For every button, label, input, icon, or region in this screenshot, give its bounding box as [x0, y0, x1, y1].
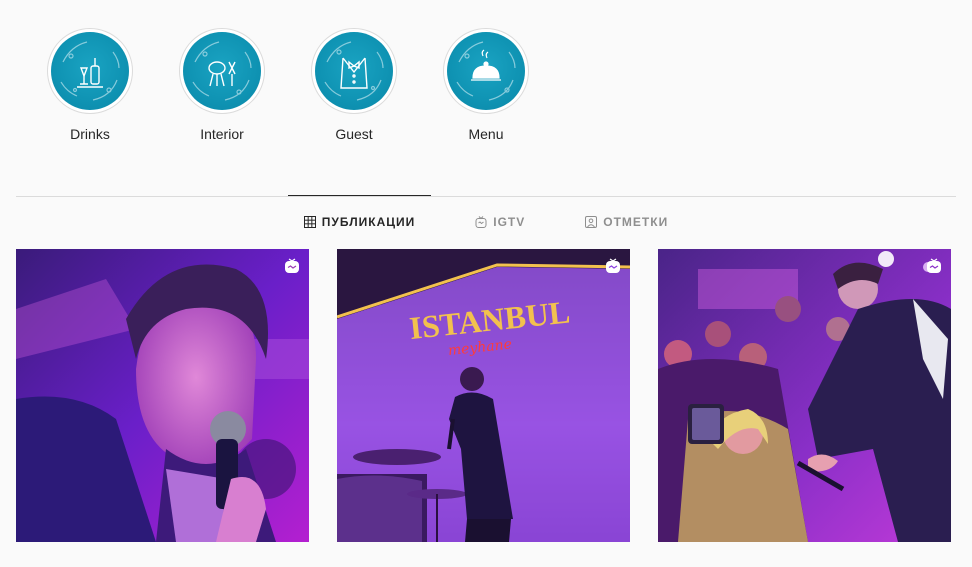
grill-icon — [192, 41, 252, 101]
drinks-icon — [60, 41, 120, 101]
highlight-ring — [179, 28, 265, 114]
post-thumbnail[interactable] — [16, 249, 309, 542]
highlight-label: Menu — [468, 126, 504, 142]
highlight-guest[interactable]: Guest — [308, 28, 400, 142]
igtv-badge-icon — [285, 258, 299, 273]
highlight-ring — [47, 28, 133, 114]
tab-igtv[interactable]: IGTV — [475, 196, 525, 248]
highlight-cover — [315, 32, 393, 110]
igtv-badge-icon — [927, 258, 941, 273]
tab-label: ПУБЛИКАЦИИ — [321, 215, 416, 229]
highlight-ring — [443, 28, 529, 114]
highlight-cover — [51, 32, 129, 110]
tab-label: ОТМЕТКИ — [603, 215, 669, 229]
post-thumbnail[interactable]: ISTANBUL meyhane — [337, 249, 630, 542]
highlight-ring — [311, 28, 397, 114]
tab-label: IGTV — [493, 215, 526, 229]
crowd-image — [658, 249, 951, 542]
grid-icon — [303, 216, 316, 228]
highlight-menu[interactable]: Menu — [440, 28, 532, 142]
stage-sign-image: ISTANBUL meyhane — [337, 249, 630, 542]
singer-closeup-image — [16, 249, 309, 542]
igtv-icon — [475, 216, 487, 228]
highlight-label: Interior — [200, 126, 244, 142]
post-thumbnail[interactable] — [658, 249, 951, 542]
tab-posts[interactable]: ПУБЛИКАЦИИ — [287, 195, 432, 248]
highlight-cover — [183, 32, 261, 110]
tagged-icon — [585, 216, 598, 228]
profile-tabs: ПУБЛИКАЦИИ IGTV ОТМЕТКИ — [16, 195, 956, 248]
highlight-interior[interactable]: Interior — [176, 28, 268, 142]
story-highlights: Drinks Interior Guest Menu — [44, 28, 532, 142]
igtv-badge-icon — [606, 258, 620, 273]
highlight-drinks[interactable]: Drinks — [44, 28, 136, 142]
cloche-icon — [456, 41, 516, 101]
tuxedo-icon — [324, 41, 384, 101]
highlight-label: Guest — [335, 126, 373, 142]
tab-tagged[interactable]: ОТМЕТКИ — [585, 196, 668, 248]
highlight-cover — [447, 32, 525, 110]
highlight-label: Drinks — [70, 126, 110, 142]
post-grid: ISTANBUL meyhane — [16, 249, 951, 542]
